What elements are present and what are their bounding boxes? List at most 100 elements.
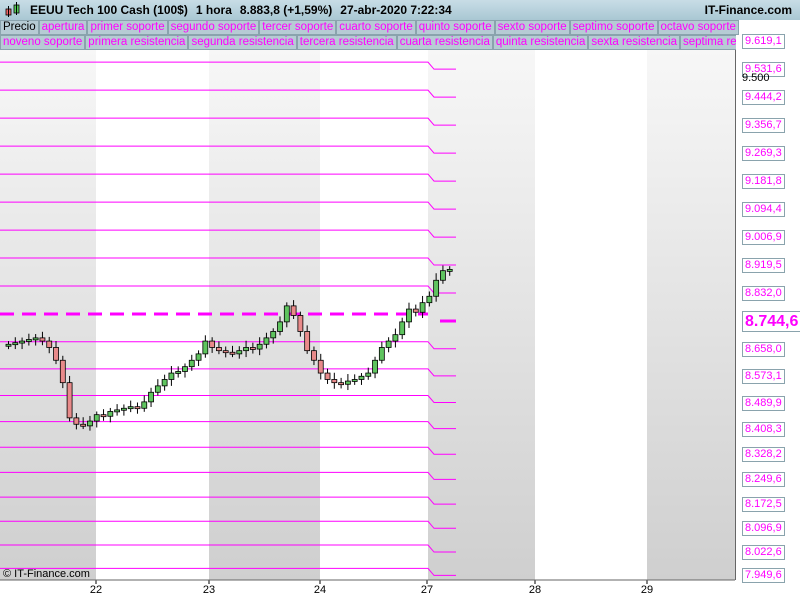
candle — [66, 382, 73, 419]
candle — [107, 411, 114, 417]
candle — [304, 331, 311, 352]
level-price-label: 8.489,9 — [742, 395, 785, 411]
level-price-label: 8.249,6 — [742, 472, 785, 488]
candle — [263, 337, 270, 345]
legend-item[interactable]: segundo soporte — [167, 20, 260, 35]
level-price-label: 8.096,9 — [742, 521, 785, 537]
level-price-label: 9.619,1 — [742, 34, 785, 50]
candle — [317, 359, 324, 374]
price-axis: 9.619,1 9.531,6 9.444,2 9.356,7 9.269,3 9.181… — [735, 20, 800, 584]
candle — [148, 391, 154, 403]
level-price-label: 9.181,8 — [742, 174, 785, 190]
candle — [283, 305, 290, 323]
candle — [331, 379, 338, 384]
legend-item[interactable]: apertura — [38, 20, 88, 35]
candle — [351, 379, 358, 382]
candle — [202, 340, 209, 355]
candle — [446, 268, 453, 272]
candle — [412, 308, 419, 313]
legend-row-2: noveno soporte primera resistencia segunda… — [0, 35, 736, 50]
candle — [80, 423, 87, 427]
price-chart[interactable] — [0, 0, 735, 600]
candle — [12, 342, 19, 346]
legend-item[interactable]: septima resistencia — [680, 35, 736, 50]
candle — [168, 372, 175, 380]
candle — [440, 270, 446, 281]
candle — [297, 315, 304, 332]
candle — [290, 305, 297, 316]
candle — [161, 379, 168, 387]
x-tick-label: 24 — [313, 584, 327, 596]
candle — [182, 366, 188, 372]
candle — [243, 347, 249, 352]
legend-item[interactable]: quinto soporte — [415, 20, 495, 35]
legend-item[interactable]: primera resistencia — [85, 35, 189, 50]
legend-item[interactable]: sexta resistencia — [588, 35, 680, 50]
legend-item[interactable]: quinta resistencia — [492, 35, 589, 50]
candle — [399, 321, 406, 336]
legend-item[interactable]: segunda resistencia — [188, 35, 297, 50]
candle — [270, 331, 277, 339]
legend-row-1: Precio apertura primer soporte segundo sopo… — [0, 20, 739, 35]
x-tick-label: 22 — [89, 584, 103, 596]
session-band — [647, 50, 735, 580]
legend-item[interactable]: cuarta resistencia — [396, 35, 493, 50]
candle — [277, 321, 283, 332]
level-price-label: 9.444,2 — [742, 90, 785, 106]
open-price-label: 8.744,6 — [742, 311, 800, 332]
legend-item[interactable]: tercera resistencia — [296, 35, 397, 50]
candle — [93, 414, 100, 422]
legend-item[interactable]: primer soporte — [87, 20, 168, 35]
candle — [114, 409, 121, 413]
level-price-label: 8.328,2 — [742, 447, 785, 463]
candle — [358, 375, 365, 380]
candle — [236, 350, 243, 355]
candle — [120, 407, 127, 411]
legend-item[interactable]: tercer soporte — [259, 20, 337, 35]
candle — [19, 340, 25, 344]
candle — [406, 308, 412, 323]
legend-item[interactable]: septimo soporte — [569, 20, 658, 35]
candle — [229, 351, 236, 355]
level-price-label: 8.658,0 — [742, 341, 785, 357]
candle — [378, 347, 385, 361]
candle — [73, 417, 80, 425]
candle — [385, 340, 392, 348]
legend-item[interactable]: sexto soporte — [494, 20, 570, 35]
level-price-label: 7.949,6 — [742, 568, 785, 584]
session-band — [428, 50, 535, 580]
candle — [256, 343, 263, 350]
candle — [419, 302, 426, 313]
candle — [392, 334, 399, 342]
axis-tick-label: 9.500 — [742, 72, 770, 85]
candle — [134, 406, 141, 410]
level-price-label: 9.094,4 — [742, 202, 785, 218]
level-price-label: 8.832,0 — [742, 286, 785, 302]
candle — [426, 295, 433, 304]
candle — [433, 279, 440, 297]
candle — [222, 350, 229, 354]
candle — [5, 343, 12, 347]
candle — [32, 337, 39, 341]
candle — [216, 347, 222, 352]
copyright: © IT-Finance.com — [3, 568, 90, 580]
candle — [127, 406, 134, 410]
x-tick-label: 27 — [420, 584, 434, 596]
candle — [100, 414, 107, 418]
candle — [365, 372, 372, 377]
candle — [324, 372, 331, 380]
candle — [249, 347, 256, 350]
candle — [141, 401, 148, 409]
legend-item[interactable]: cuarto soporte — [336, 20, 416, 35]
candle — [209, 340, 216, 348]
legend-item[interactable]: Precio — [0, 20, 39, 35]
level-price-label: 9.356,7 — [742, 118, 785, 134]
candle — [53, 347, 59, 361]
candle — [372, 359, 378, 374]
candle — [25, 339, 32, 342]
legend-item[interactable]: noveno soporte — [0, 35, 86, 50]
candle — [311, 350, 317, 361]
legend-item[interactable]: octavo soporte — [657, 20, 739, 35]
candle — [87, 420, 93, 427]
x-tick-label: 28 — [528, 584, 542, 596]
